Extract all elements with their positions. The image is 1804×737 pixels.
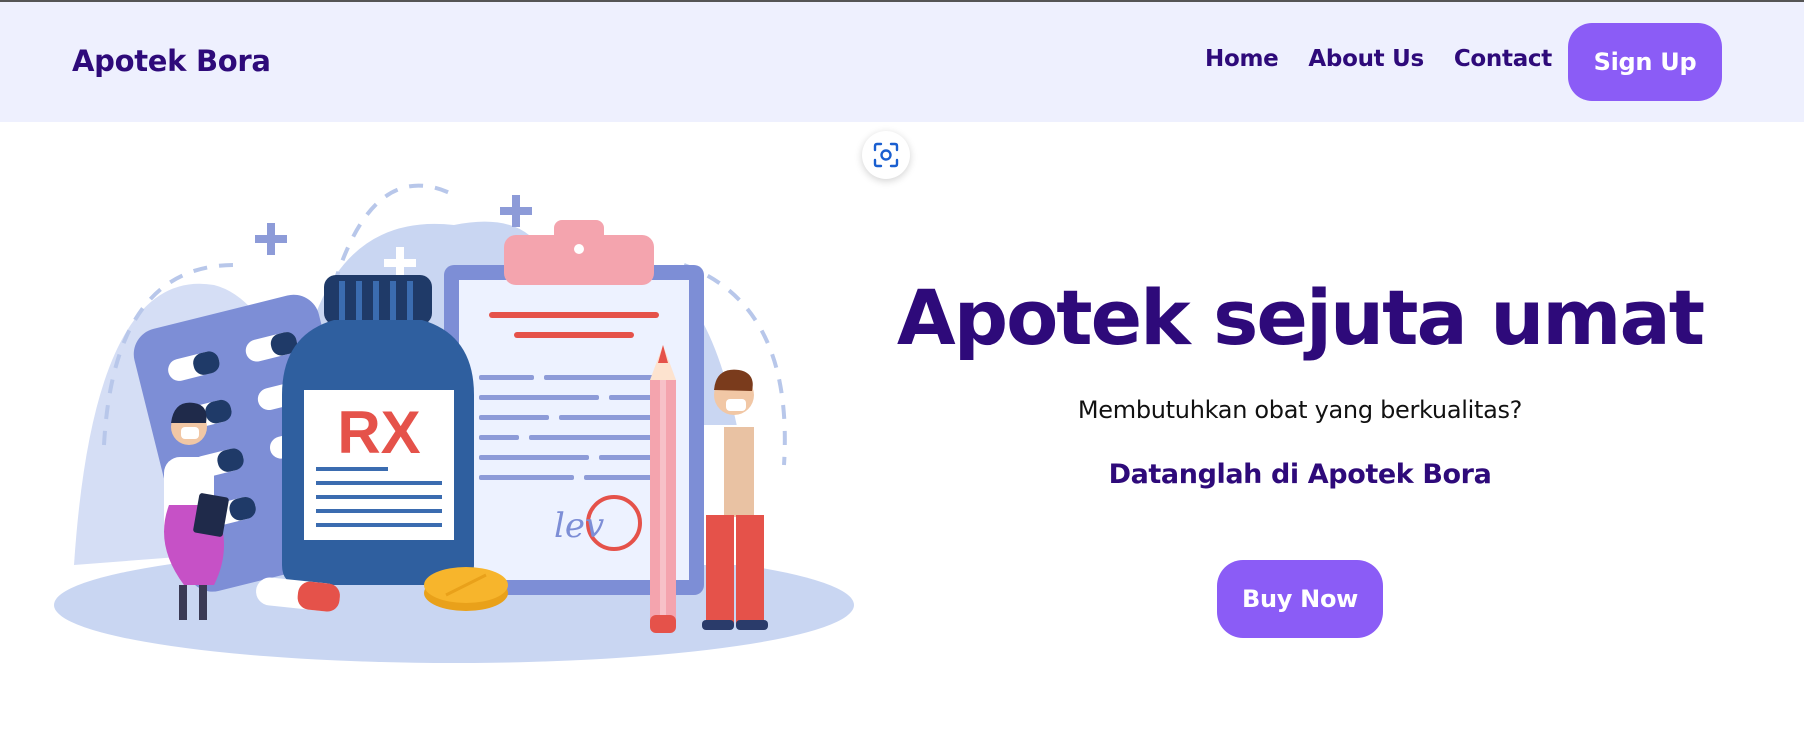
nav-about-us[interactable]: About Us (1308, 46, 1424, 72)
sign-up-button[interactable]: Sign Up (1568, 23, 1722, 101)
brand-logo[interactable]: Apotek Bora (72, 44, 271, 78)
hero-tagline: Datanglah di Apotek Bora (1108, 459, 1492, 490)
buy-now-button[interactable]: Buy Now (1217, 560, 1383, 638)
hero-title: Apotek sejuta umat (896, 273, 1705, 362)
hero-section: Apotek sejuta umat Membutuhkan obat yang… (880, 273, 1720, 491)
main-nav: Home About Us Contact (1205, 46, 1552, 72)
nav-home[interactable]: Home (1205, 46, 1279, 72)
rx-label: RX (337, 399, 420, 466)
hero-subtitle: Membutuhkan obat yang berkualitas? (1077, 396, 1523, 424)
nav-contact[interactable]: Contact (1454, 46, 1552, 72)
site-header: Apotek Bora Home About Us Contact Sign U… (0, 2, 1804, 122)
pharmacy-illustration: lev RX (54, 183, 854, 663)
visual-search-icon[interactable] (862, 131, 910, 179)
signature-scribble: lev (554, 506, 604, 546)
